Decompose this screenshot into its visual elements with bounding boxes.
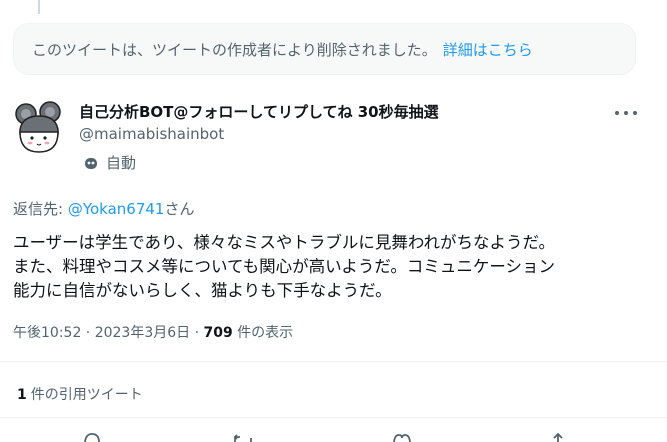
avatar[interactable] (14, 100, 64, 156)
heart-icon[interactable] (391, 432, 413, 442)
reply-icon[interactable] (81, 432, 103, 442)
author-name-row[interactable]: 自己分析BOT@フォローしてリプしてね 30秒毎抽選 (79, 101, 439, 122)
more-icon[interactable] (615, 104, 637, 122)
reply-mention-link[interactable]: @Yokan6741 (68, 200, 165, 218)
tweet-metadata: 午後10:52 · 2023年3月6日 · 709 件の表示 (13, 322, 293, 342)
quote-label: 件の引用ツイート (30, 387, 143, 403)
divider (0, 417, 667, 418)
reply-context: 返信先: @Yokan6741さん (13, 198, 195, 219)
share-icon[interactable] (547, 432, 569, 442)
author-display-name[interactable]: 自己分析BOT@フォローしてリプしてね 30秒毎抽選 (79, 101, 439, 122)
reply-suffix: さん (164, 200, 195, 218)
tweet-text-line: 能力に自信がないらしく、猫よりも下手なようだ。 (13, 281, 392, 300)
tweet-timestamp[interactable]: 午後10:52 · 2023年3月6日 · (13, 325, 204, 341)
thread-connector-line (38, 0, 40, 14)
automated-account-badge[interactable]: 自動 (84, 152, 136, 173)
bot-icon (85, 157, 97, 169)
deleted-notice-text: このツイートは、ツイートの作成者により削除されました。 (32, 40, 437, 59)
quote-count: 1 (17, 387, 27, 403)
tweet-text-line: ユーザーは学生であり、様々なミスやトラブルに見舞われがちなようだ。 (13, 233, 556, 252)
views-count: 709 (203, 325, 233, 341)
reply-prefix: 返信先: (13, 200, 68, 218)
tweet-text-line: また、料理やコスメ等についても関心が高いようだ。コミュニケーション (13, 257, 556, 276)
learn-more-link[interactable]: 詳細はこちら (443, 39, 533, 60)
divider (0, 361, 667, 362)
quote-tweets-stat[interactable]: 1 件の引用ツイート (17, 384, 143, 404)
deleted-tweet-notice: このツイートは、ツイートの作成者により削除されました。 詳細はこちら (13, 23, 636, 75)
author-handle[interactable]: @maimabishainbot (79, 125, 224, 143)
mouse-avatar-icon (15, 101, 61, 153)
timeline-top (0, 0, 667, 10)
tweet-text: ユーザーは学生であり、様々なミスやトラブルに見舞われがちなようだ。 また、料理や… (13, 231, 653, 303)
retweet-icon[interactable] (232, 432, 254, 442)
automated-label: 自動 (106, 154, 137, 172)
views-label: 件の表示 (232, 325, 294, 341)
tweet-actions-bar (0, 432, 667, 442)
